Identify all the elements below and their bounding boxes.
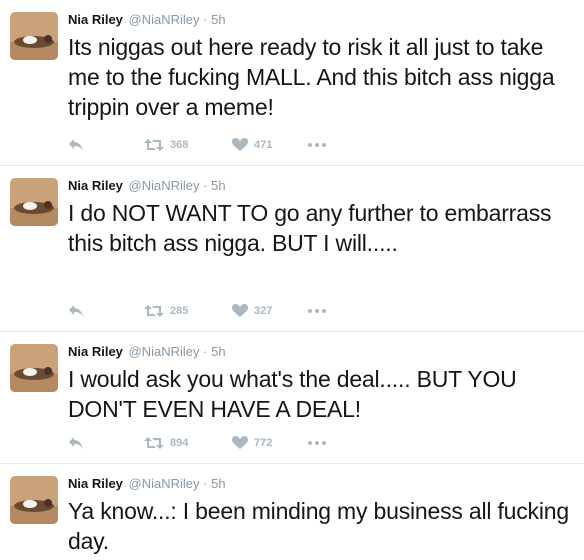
tweet-header: Nia Riley @NiaNRiley · 5h <box>68 476 574 492</box>
retweet-button[interactable]: 285 <box>144 304 232 318</box>
more-button[interactable] <box>308 143 338 147</box>
header-separator: · <box>203 476 208 491</box>
more-button[interactable] <box>308 441 338 445</box>
ellipsis-icon <box>308 143 326 147</box>
tweet[interactable]: Nia Riley @NiaNRiley · 5h Ya know...: I … <box>0 464 584 560</box>
avatar[interactable] <box>10 12 58 60</box>
like-button[interactable]: 772 <box>232 436 308 450</box>
like-button[interactable]: 327 <box>232 304 308 318</box>
more-button[interactable] <box>308 309 338 313</box>
tweet-actions: 285 327 <box>68 301 338 321</box>
avatar[interactable] <box>10 476 58 524</box>
avatar[interactable] <box>10 344 58 392</box>
retweet-button[interactable]: 894 <box>144 436 232 450</box>
author-username[interactable]: @NiaNRiley <box>129 12 200 27</box>
like-count: 772 <box>254 437 273 449</box>
author-name[interactable]: Nia Riley <box>68 476 123 491</box>
header-separator: · <box>203 178 208 193</box>
like-count: 471 <box>254 139 273 151</box>
reply-arrow-icon <box>68 436 84 450</box>
tweet-timestamp[interactable]: 5h <box>211 12 225 27</box>
ellipsis-icon <box>308 441 326 445</box>
reply-arrow-icon <box>68 304 84 318</box>
retweet-icon <box>144 138 164 152</box>
tweet[interactable]: Nia Riley @NiaNRiley · 5h I do NOT WANT … <box>0 166 584 332</box>
heart-icon <box>232 304 248 318</box>
header-separator: · <box>203 12 208 27</box>
author-username[interactable]: @NiaNRiley <box>129 344 200 359</box>
tweet-timestamp[interactable]: 5h <box>211 476 225 491</box>
tweet-actions: 894 772 <box>68 433 338 453</box>
author-username[interactable]: @NiaNRiley <box>129 178 200 193</box>
avatar[interactable] <box>10 178 58 226</box>
like-count: 327 <box>254 305 273 317</box>
tweet-timestamp[interactable]: 5h <box>211 344 225 359</box>
tweet-text: I do NOT WANT TO go any further to embar… <box>68 200 552 256</box>
tweet[interactable]: Nia Riley @NiaNRiley · 5h Its niggas out… <box>0 0 584 166</box>
retweet-count: 285 <box>170 305 189 317</box>
author-name[interactable]: Nia Riley <box>68 344 123 359</box>
heart-icon <box>232 436 248 450</box>
author-username[interactable]: @NiaNRiley <box>129 476 200 491</box>
tweet-actions: 368 471 <box>68 135 338 155</box>
reply-arrow-icon <box>68 138 84 152</box>
retweet-count: 368 <box>170 139 189 151</box>
tweet-header: Nia Riley @NiaNRiley · 5h <box>68 12 574 28</box>
retweet-button[interactable]: 368 <box>144 138 232 152</box>
reply-button[interactable] <box>68 304 144 318</box>
like-button[interactable]: 471 <box>232 138 308 152</box>
reply-button[interactable] <box>68 436 144 450</box>
author-name[interactable]: Nia Riley <box>68 12 123 27</box>
tweet[interactable]: Nia Riley @NiaNRiley · 5h I would ask yo… <box>0 332 584 464</box>
tweet-timestamp[interactable]: 5h <box>211 178 225 193</box>
retweet-count: 894 <box>170 437 189 449</box>
tweet-text: I would ask you what's the deal..... BUT… <box>68 366 517 422</box>
ellipsis-icon <box>308 309 326 313</box>
tweet-header: Nia Riley @NiaNRiley · 5h <box>68 344 574 360</box>
tweet-header: Nia Riley @NiaNRiley · 5h <box>68 178 574 194</box>
tweet-text: Ya know...: I been minding my business a… <box>68 498 569 554</box>
header-separator: · <box>203 344 208 359</box>
retweet-icon <box>144 436 164 450</box>
tweet-timeline: Nia Riley @NiaNRiley · 5h Its niggas out… <box>0 0 584 560</box>
tweet-text: Its niggas out here ready to risk it all… <box>68 34 555 120</box>
author-name[interactable]: Nia Riley <box>68 178 123 193</box>
retweet-icon <box>144 304 164 318</box>
heart-icon <box>232 138 248 152</box>
reply-button[interactable] <box>68 138 144 152</box>
